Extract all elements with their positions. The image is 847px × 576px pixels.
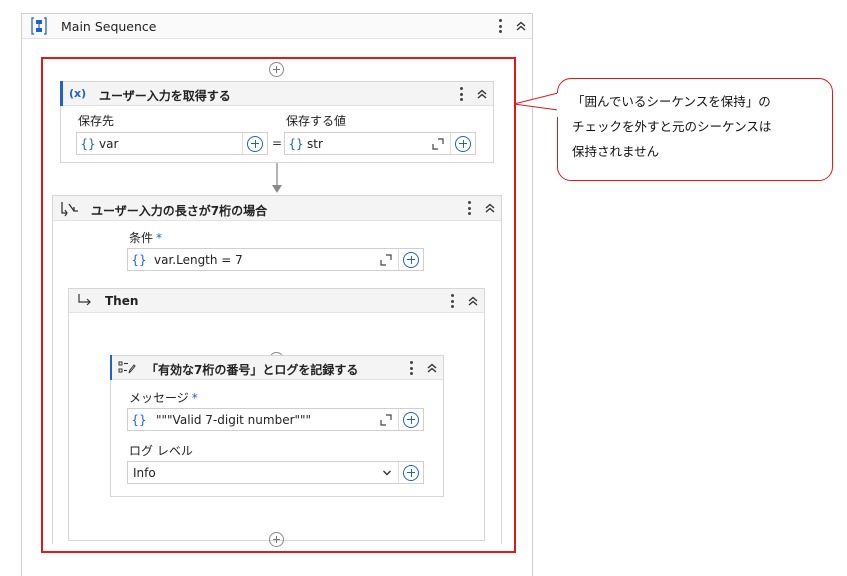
value-label: 保存する値 <box>286 114 347 128</box>
condition-label: 条件 * <box>129 231 163 245</box>
expand-editor-icon[interactable] <box>380 413 392 426</box>
save-to-label: 保存先 <box>78 114 115 128</box>
get-input-collapse-icon[interactable] <box>475 87 489 101</box>
callout-line: チェックを外すと元のシーケンスは <box>572 119 772 134</box>
expression-brace-icon: {} <box>288 136 304 151</box>
if-collapse-icon[interactable] <box>483 201 497 215</box>
if-branch-icon <box>61 202 78 217</box>
message-value: """Valid 7-digit number""" <box>156 412 312 427</box>
main-sequence-title: Main Sequence <box>61 19 157 34</box>
required-mark: * <box>156 231 163 245</box>
save-to-add-icon[interactable] <box>247 135 263 152</box>
then-branch-icon <box>78 294 91 306</box>
connector-arrow <box>272 163 282 193</box>
log-menu-icon[interactable] <box>404 359 418 377</box>
sequence-icon <box>31 17 47 35</box>
log-title: 「有効な7桁の番号」とログを記録する <box>146 363 359 377</box>
log-collapse-icon[interactable] <box>425 361 439 375</box>
chevron-down-icon[interactable] <box>382 469 392 477</box>
message-add-icon[interactable] <box>403 411 419 428</box>
log-level-add-icon[interactable] <box>403 464 419 481</box>
selection-bar <box>110 355 112 380</box>
log-message-icon <box>118 361 136 374</box>
value-add-icon[interactable] <box>455 135 471 152</box>
variable-icon: (x) <box>69 87 87 100</box>
message-field[interactable]: {} """Valid 7-digit number""" <box>127 408 424 431</box>
callout-bubble: 「囲んでいるシーケンスを保持」の チェックを外すと元のシーケンスは 保持されませ… <box>557 78 833 181</box>
save-to-value: var <box>99 136 119 151</box>
get-input-title: ユーザー入力を取得する <box>99 89 231 103</box>
callout-line: 「囲んでいるシーケンスを保持」の <box>572 94 771 109</box>
main-sequence-menu-icon[interactable] <box>493 17 507 35</box>
add-activity-top-icon[interactable] <box>269 62 284 77</box>
main-sequence-collapse-icon[interactable] <box>514 19 528 33</box>
expression-brace-icon: {} <box>80 136 96 151</box>
save-to-field[interactable]: {} var <box>76 132 268 155</box>
condition-add-icon[interactable] <box>403 251 419 268</box>
log-level-value: Info <box>133 465 156 480</box>
then-menu-icon[interactable] <box>445 292 459 310</box>
then-title: Then <box>105 294 139 308</box>
callout-line: 保持されません <box>572 144 660 159</box>
callout-joint-mask <box>557 93 559 117</box>
log-level-label: ログ レベル <box>129 444 193 458</box>
log-level-select[interactable]: Info <box>127 461 424 484</box>
expand-editor-icon[interactable] <box>432 137 444 150</box>
if-menu-icon[interactable] <box>462 199 476 217</box>
add-activity-then-bottom-icon[interactable] <box>269 532 284 547</box>
callout-pointer <box>513 92 559 111</box>
value-value: str <box>307 136 323 151</box>
condition-field[interactable]: {} var.Length = 7 <box>127 248 424 271</box>
selection-bar <box>60 81 63 106</box>
value-field[interactable]: {} str <box>284 132 476 155</box>
then-collapse-icon[interactable] <box>466 294 480 308</box>
required-mark: * <box>191 391 198 405</box>
get-input-menu-icon[interactable] <box>454 85 468 103</box>
message-label: メッセージ * <box>129 391 198 405</box>
if-title: ユーザー入力の長さが7桁の場合 <box>91 204 268 218</box>
expand-editor-icon[interactable] <box>380 253 392 266</box>
expression-brace-icon: {} <box>131 412 147 427</box>
expression-brace-icon: {} <box>131 252 147 267</box>
equals-sign: = <box>272 136 283 150</box>
condition-value: var.Length = 7 <box>154 252 243 267</box>
